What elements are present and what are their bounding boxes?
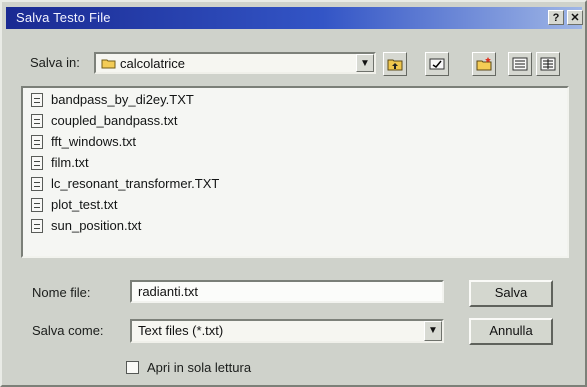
desktop-icon [429,58,445,70]
help-icon: ? [552,12,560,24]
text-file-icon [31,156,43,170]
details-view-icon [540,57,556,71]
file-name: sun_position.txt [51,218,142,233]
save-as-type-value: Text files (*.txt) [138,323,224,338]
up-folder-icon [387,59,403,71]
save-button[interactable]: Salva [469,280,553,307]
cancel-button-label: Annulla [489,323,533,338]
help-button[interactable]: ? [548,10,564,25]
desktop-button[interactable] [425,52,449,76]
file-name: bandpass_by_di2ey.TXT [51,92,194,107]
save-button-label: Salva [494,285,528,300]
close-icon: ✕ [570,12,580,24]
save-as-type-dropdown-button[interactable]: ▼ [424,321,442,341]
text-file-icon [31,198,43,212]
close-button[interactable]: ✕ [567,10,583,25]
text-file-icon [31,135,43,149]
file-name: plot_test.txt [51,197,118,212]
cancel-button[interactable]: Annulla [469,318,553,345]
chevron-down-icon: ▼ [360,58,370,69]
readonly-label: Apri in sola lettura [147,360,252,375]
save-in-combo[interactable]: calcolatrice ▼ [94,52,376,74]
save-in-label: Salva in: [30,55,80,70]
save-as-type-label: Salva come: [32,323,104,338]
current-folder: calcolatrice [120,56,186,71]
list-view-icon [512,57,528,71]
readonly-checkbox[interactable] [126,361,139,374]
up-one-level-button[interactable] [383,52,407,76]
text-file-icon [31,93,43,107]
save-dialog: Salva Testo File ? ✕ Salva in: calcolatr… [0,0,587,387]
list-view-button[interactable] [508,52,532,76]
file-name: coupled_bandpass.txt [51,113,178,128]
filename-input[interactable] [130,280,444,303]
text-file-icon [31,177,43,191]
text-file-icon [31,219,43,233]
title-bar[interactable]: Salva Testo File ? ✕ [6,7,583,29]
file-name: lc_resonant_transformer.TXT [51,176,220,191]
file-name: film.txt [51,155,89,170]
file-name: fft_windows.txt [51,134,137,149]
text-file-icon [31,114,43,128]
details-view-button[interactable] [536,52,560,76]
new-folder-icon [476,57,492,71]
folder-icon [101,59,116,69]
dialog-title: Salva Testo File [16,10,111,25]
chevron-down-icon: ▼ [428,325,438,336]
new-folder-button[interactable] [472,52,496,76]
save-as-type-combo[interactable]: Text files (*.txt) ▼ [130,319,444,343]
save-in-dropdown-button[interactable]: ▼ [356,54,374,72]
filename-label: Nome file: [32,285,91,300]
file-list[interactable]: bandpass_by_di2ey.TXT coupled_bandpass.t… [21,86,569,258]
